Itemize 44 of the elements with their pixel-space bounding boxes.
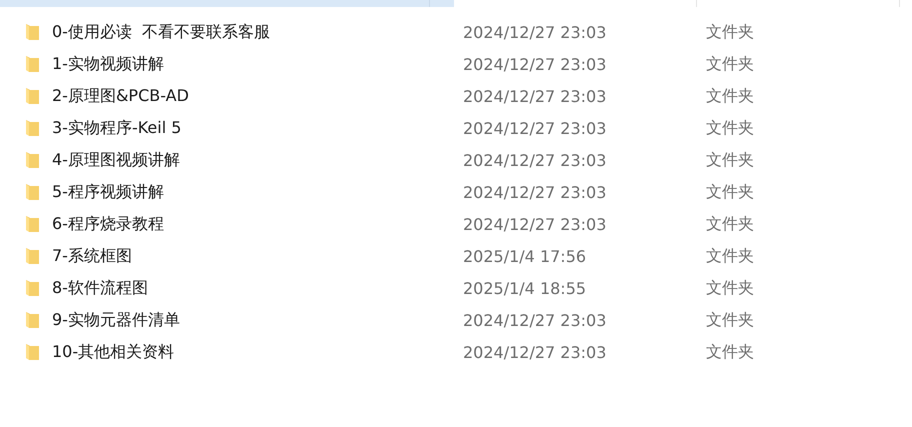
file-name[interactable]: 7-系统框图 [52, 246, 463, 266]
folder-icon [24, 183, 40, 201]
modified-date: 2024/12/27 23:03 [463, 22, 608, 42]
modified-date: 2024/12/27 23:03 [463, 118, 608, 138]
file-name[interactable]: 10-其他相关资料 [52, 342, 463, 362]
modified-date: 2024/12/27 23:03 [463, 86, 608, 106]
folder-icon [24, 215, 40, 233]
file-type: 文件夹 [706, 214, 754, 234]
file-name[interactable]: 9-实物元器件清单 [52, 310, 463, 330]
modified-date: 2025/1/4 17:56 [463, 246, 588, 266]
file-name[interactable]: 4-原理图视频讲解 [52, 150, 463, 170]
folder-icon [24, 87, 40, 105]
folder-icon [24, 119, 40, 137]
modified-date: 2024/12/27 23:03 [463, 182, 608, 202]
folder-icon [24, 151, 40, 169]
file-type: 文件夹 [706, 310, 754, 330]
file-type: 文件夹 [706, 182, 754, 202]
modified-date: 2024/12/27 23:03 [463, 214, 608, 234]
folder-icon [24, 247, 40, 265]
modified-date: 2024/12/27 23:03 [463, 342, 608, 362]
modified-date: 2024/12/27 23:03 [463, 150, 608, 170]
modified-date: 2024/12/27 23:03 [463, 310, 608, 330]
file-type: 文件夹 [706, 86, 754, 106]
folder-icon [24, 343, 40, 361]
folder-icon [24, 23, 40, 41]
folder-icon [24, 279, 40, 297]
file-type: 文件夹 [706, 54, 754, 74]
file-type: 文件夹 [706, 118, 754, 138]
folder-icon [24, 55, 40, 73]
file-type: 文件夹 [706, 246, 754, 266]
file-name[interactable]: 5-程序视频讲解 [52, 182, 463, 202]
folder-icon [24, 311, 40, 329]
file-name[interactable]: 8-软件流程图 [52, 278, 463, 298]
file-name[interactable]: 2-原理图&PCB-AD [52, 86, 463, 106]
file-type: 文件夹 [706, 278, 754, 298]
file-type: 文件夹 [706, 22, 754, 42]
modified-date: 2025/1/4 18:55 [463, 278, 588, 298]
file-name[interactable]: 6-程序烧录教程 [52, 214, 463, 234]
file-name[interactable]: 0-使用必读 不看不要联系客服 [52, 22, 463, 42]
file-name[interactable]: 1-实物视频讲解 [52, 54, 463, 74]
file-type: 文件夹 [706, 150, 754, 170]
modified-date: 2024/12/27 23:03 [463, 54, 608, 74]
file-type: 文件夹 [706, 342, 754, 362]
file-name[interactable]: 3-实物程序-Keil 5 [52, 118, 463, 138]
